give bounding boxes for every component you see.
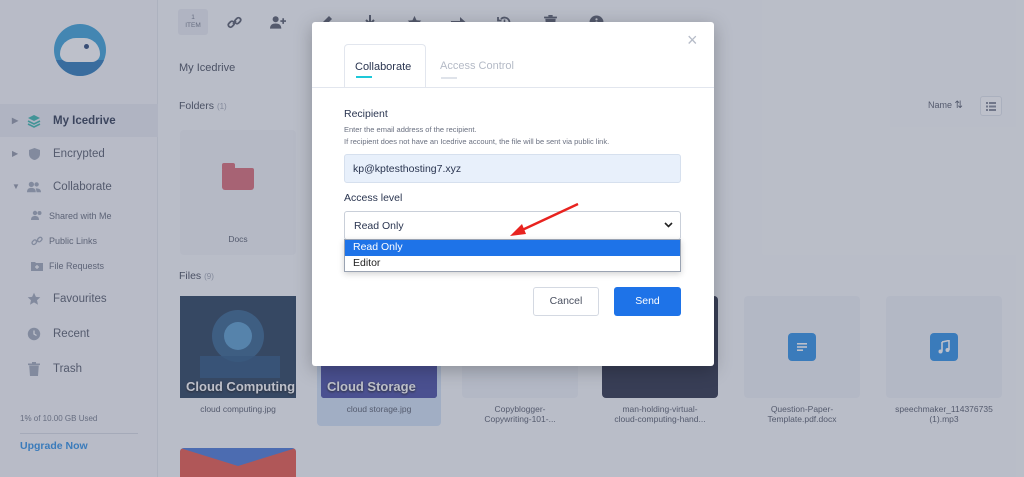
chevron-down-icon xyxy=(664,220,673,230)
option-read-only[interactable]: Read Only xyxy=(345,240,680,256)
cancel-button[interactable]: Cancel xyxy=(533,287,599,316)
recipient-hint-2: If recipient does not have an Icedrive a… xyxy=(344,137,610,146)
send-button[interactable]: Send xyxy=(614,287,681,316)
share-dialog: × Collaborate Access Control Recipient E… xyxy=(312,22,714,366)
tab-access-control[interactable]: Access Control xyxy=(430,44,550,88)
access-level-options: Read Only Editor xyxy=(344,239,681,272)
access-level-label: Access level xyxy=(344,192,403,204)
recipient-hint-1: Enter the email address of the recipient… xyxy=(344,125,477,134)
tab-collaborate[interactable]: Collaborate xyxy=(344,44,426,88)
access-level-select[interactable]: Read Only xyxy=(344,211,681,240)
recipient-email-input[interactable] xyxy=(344,154,681,183)
dialog-tabs: Collaborate Access Control xyxy=(344,44,682,88)
option-editor[interactable]: Editor xyxy=(345,256,680,272)
recipient-label: Recipient xyxy=(344,108,388,120)
access-level-selected: Read Only xyxy=(354,220,404,232)
tab-divider xyxy=(312,87,714,88)
close-icon[interactable]: × xyxy=(687,31,698,49)
